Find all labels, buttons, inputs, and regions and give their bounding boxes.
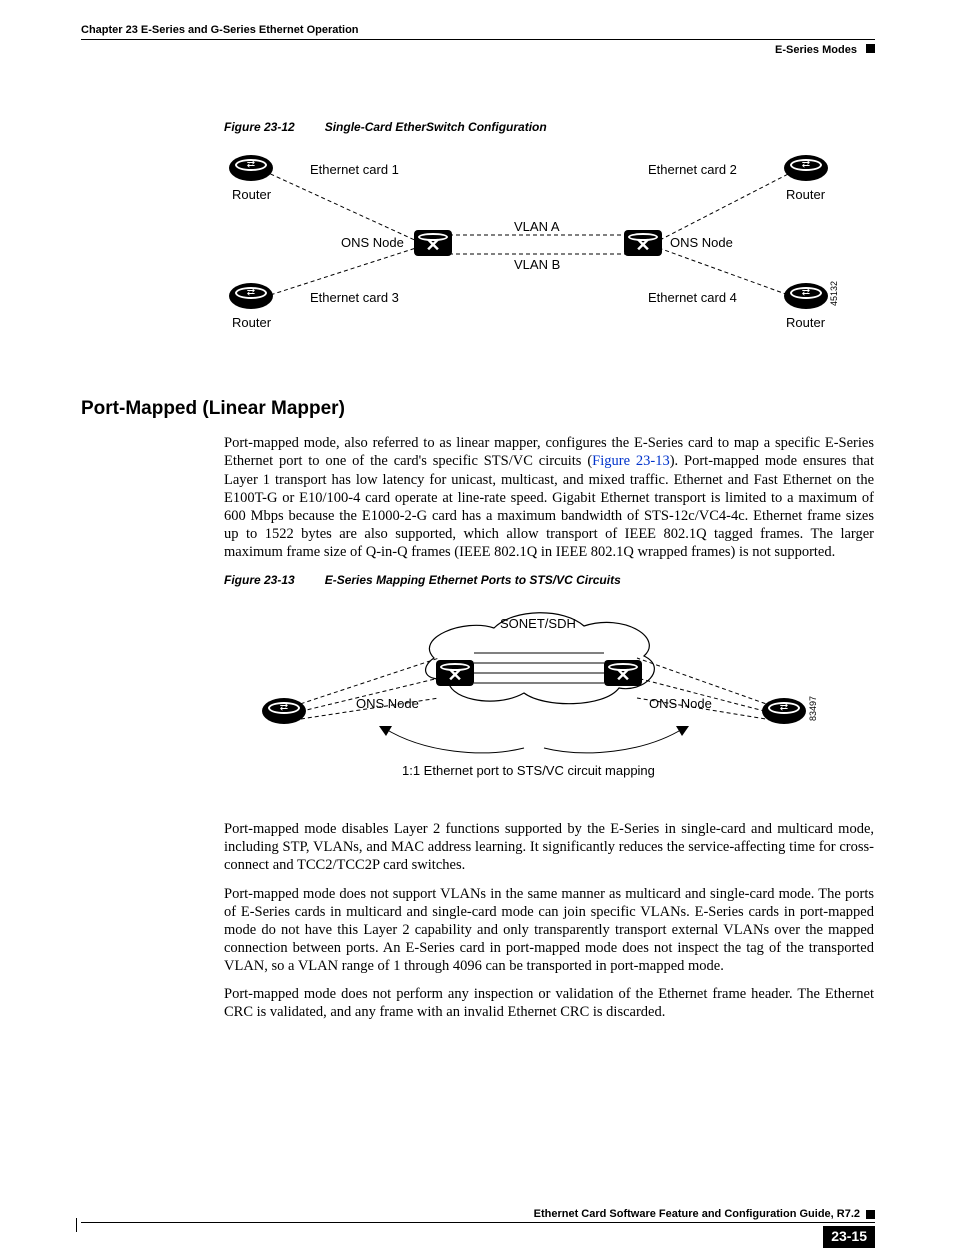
figure-13-title: E-Series Mapping Ethernet Ports to STS/V… [325,573,621,587]
section-header-text: E-Series Modes [775,44,857,56]
paragraph-1: Port-mapped mode, also referred to as li… [224,434,874,561]
figure-12-caption: Figure 23-12 Single-Card EtherSwitch Conf… [224,120,875,135]
label-sonet: SONET/SDH [500,616,576,632]
figure-13-link[interactable]: Figure 23-13 [592,453,670,469]
section-header: E-Series Modes [81,44,875,58]
body-paragraphs: Port-mapped mode disables Layer 2 functi… [224,820,874,1021]
figure-12-num: Figure 23-12 [224,120,295,134]
page-number: 23-15 [823,1226,875,1248]
router-icon: ⇄ [262,698,306,724]
paragraph-4: Port-mapped mode does not perform any in… [224,985,874,1021]
switch-icon: ✕ [414,230,452,256]
figure-12-imgnum: 45132 [829,281,840,306]
footer-title: Ethernet Card Software Feature and Confi… [81,1208,866,1222]
figure-13-diagram: ⇄ ⇄ ✕ ✕ SONET/SDH ONS Node ONS Node 1:1 … [224,598,864,798]
label-ec2: Ethernet card 2 [648,162,737,178]
figure-13-imgnum: 83497 [808,696,819,721]
label-ons: ONS Node [670,235,733,251]
section-heading: Port-Mapped (Linear Mapper) [81,397,875,421]
router-icon: ⇄ [229,283,273,309]
label-ons: ONS Node [341,235,404,251]
router-icon: ⇄ [762,698,806,724]
router-icon: ⇄ [784,283,828,309]
chapter-header: Chapter 23 E-Series and G-Series Etherne… [81,24,875,40]
switch-icon: ✕ [624,230,662,256]
paragraph-2: Port-mapped mode disables Layer 2 functi… [224,820,874,874]
label-ec1: Ethernet card 1 [310,162,399,178]
label-ons: ONS Node [649,696,712,712]
label-router: Router [232,187,271,203]
label-router: Router [786,315,825,331]
switch-icon: ✕ [604,660,642,686]
label-ec4: Ethernet card 4 [648,290,737,306]
page-footer: Ethernet Card Software Feature and Confi… [81,1208,875,1226]
label-router: Router [232,315,271,331]
footer-marker-icon [866,1210,875,1219]
label-ec3: Ethernet card 3 [310,290,399,306]
router-icon: ⇄ [229,155,273,181]
side-rule [76,1218,77,1232]
paragraph-3: Port-mapped mode does not support VLANs … [224,885,874,976]
router-icon: ⇄ [784,155,828,181]
figure-13-caption: Figure 23-13 E-Series Mapping Ethernet Po… [224,573,875,588]
label-router: Router [786,187,825,203]
label-vlanb: VLAN B [514,257,560,273]
figure-12-title: Single-Card EtherSwitch Configuration [325,120,547,134]
figure-12-diagram: ⇄ ⇄ ⇄ ⇄ ✕ ✕ Router Router Router Router … [224,147,864,347]
label-vlana: VLAN A [514,219,560,235]
switch-icon: ✕ [436,660,474,686]
figure-13-num: Figure 23-13 [224,573,295,587]
header-marker-icon [866,44,875,53]
label-mapping: 1:1 Ethernet port to STS/VC circuit mapp… [402,763,655,779]
label-ons: ONS Node [356,696,419,712]
